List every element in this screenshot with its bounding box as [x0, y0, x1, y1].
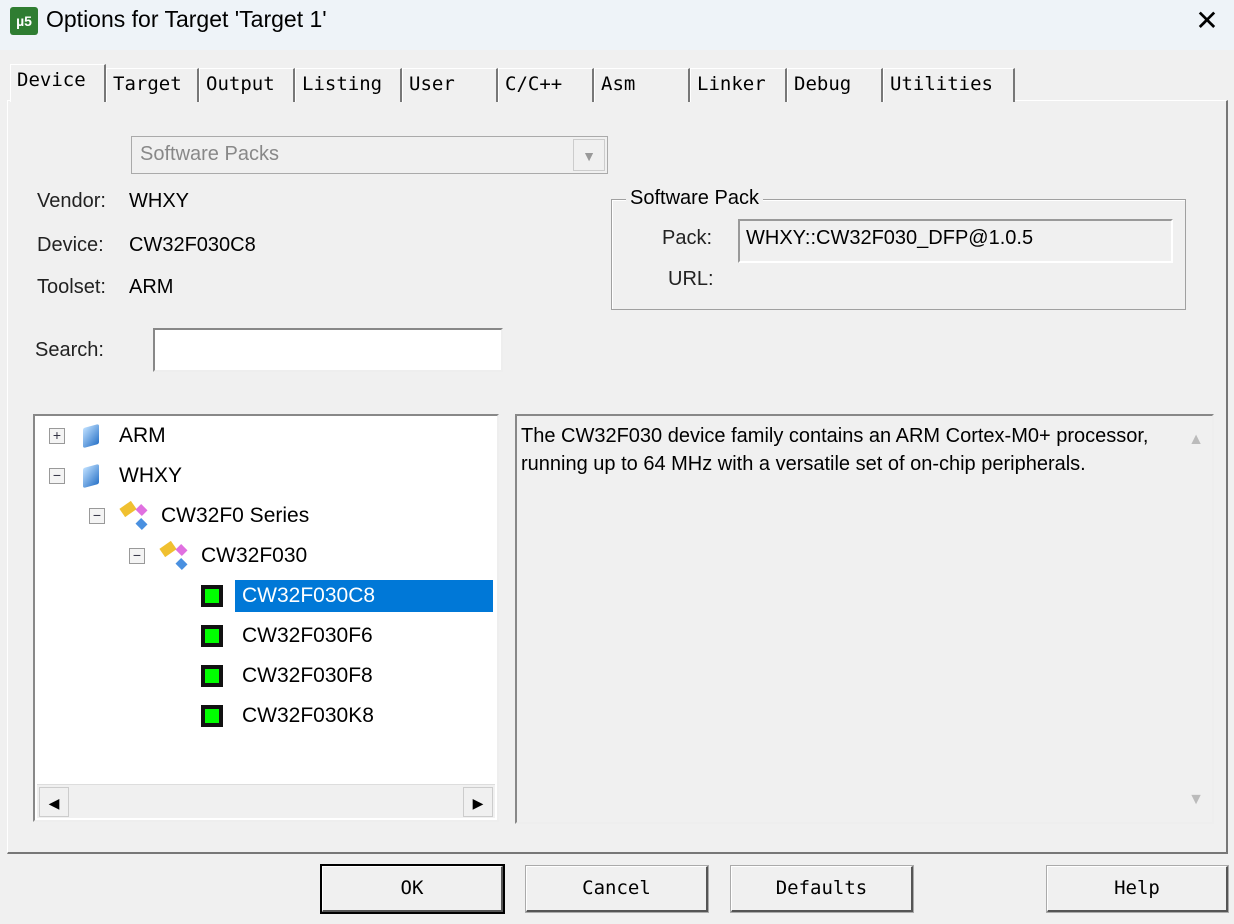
collapse-icon[interactable]: − [89, 508, 105, 524]
collapse-icon[interactable]: − [49, 468, 65, 484]
help-button[interactable]: Help [1046, 865, 1229, 913]
tab-device[interactable]: Device [10, 64, 106, 102]
scroll-left-icon[interactable]: ◀ [39, 787, 69, 817]
tree-node-label: WHXY [119, 464, 182, 487]
tree-node-whxy[interactable]: − WHXY [49, 458, 182, 494]
tree-node-label: CW32F030C8 [235, 580, 493, 612]
device-label: Device: [37, 234, 104, 256]
chip-icon [201, 665, 223, 687]
scroll-right-icon[interactable]: ▶ [463, 787, 493, 817]
toolset-label: Toolset: [37, 276, 106, 298]
search-label: Search: [35, 339, 104, 361]
ok-button[interactable]: OK [320, 864, 505, 914]
device-description: The CW32F030 device family contains an A… [515, 414, 1214, 824]
tree-node-label: CW32F030K8 [242, 704, 374, 727]
uvision-icon: µ5 [10, 7, 38, 35]
vendor-value: WHXY [129, 190, 189, 212]
device-value: CW32F030C8 [129, 234, 256, 256]
close-icon[interactable]: ✕ [1190, 4, 1224, 37]
search-input[interactable] [153, 328, 503, 372]
device-source-select[interactable]: Software Packs ▼ [131, 136, 608, 174]
horizontal-scrollbar[interactable]: ◀ ▶ [37, 784, 495, 818]
device-family-icon [159, 540, 191, 571]
tree-node-device-selected[interactable]: CW32F030C8 [195, 578, 493, 614]
tree-node-family[interactable]: − CW32F030 [129, 538, 307, 574]
tab-utilities[interactable]: Utilities [883, 68, 1015, 102]
tree-node-label: CW32F030F8 [242, 664, 373, 687]
tab-target[interactable]: Target [106, 68, 199, 102]
tree-node-label: ARM [119, 424, 166, 447]
tab-user[interactable]: User [402, 68, 498, 102]
toolset-value: ARM [129, 276, 174, 298]
tree-node-device[interactable]: CW32F030K8 [195, 698, 374, 734]
scroll-up-icon[interactable]: ▲ [1188, 426, 1204, 454]
window-title: Options for Target 'Target 1' [46, 6, 327, 32]
url-label: URL: [668, 268, 714, 290]
chip-icon [201, 625, 223, 647]
tree-node-label: CW32F030 [201, 544, 308, 567]
pack-field: WHXY::CW32F030_DFP@1.0.5 [738, 219, 1173, 263]
tab-debug[interactable]: Debug [787, 68, 883, 102]
defaults-button[interactable]: Defaults [730, 865, 914, 913]
tree-node-label: CW32F0 Series [161, 504, 310, 527]
vendor-label: Vendor: [37, 190, 106, 212]
software-pack-group-title: Software Pack [626, 187, 763, 210]
collapse-icon[interactable]: − [129, 548, 145, 564]
vendor-icon [83, 423, 99, 449]
tab-asm[interactable]: Asm [594, 68, 690, 102]
device-tree: + ARM − WHXY − CW32F0 Series − CW32F030 CW32… [33, 414, 499, 822]
tab-linker[interactable]: Linker [690, 68, 787, 102]
expand-icon[interactable]: + [49, 428, 65, 444]
tree-node-arm[interactable]: + ARM [49, 418, 166, 454]
tab-listing[interactable]: Listing [295, 68, 402, 102]
scroll-down-icon[interactable]: ▼ [1188, 786, 1204, 814]
tree-node-series[interactable]: − CW32F0 Series [89, 498, 309, 534]
description-text: The CW32F030 device family contains an A… [521, 425, 1149, 475]
vendor-icon [83, 463, 99, 489]
tree-node-device[interactable]: CW32F030F8 [195, 658, 373, 694]
cancel-button[interactable]: Cancel [525, 865, 709, 913]
tree-node-label: CW32F030F6 [242, 624, 373, 647]
device-source-value: Software Packs [140, 143, 279, 165]
device-family-icon [119, 500, 151, 531]
tree-node-device[interactable]: CW32F030F6 [195, 618, 373, 654]
chip-icon [201, 585, 223, 607]
tab-cc[interactable]: C/C++ [498, 68, 594, 102]
pack-label: Pack: [662, 227, 713, 249]
tab-bar: Device Target Output Listing User C/C++ … [10, 64, 1015, 102]
chip-icon [201, 705, 223, 727]
tab-output[interactable]: Output [199, 68, 295, 102]
chevron-down-icon: ▼ [573, 139, 605, 171]
